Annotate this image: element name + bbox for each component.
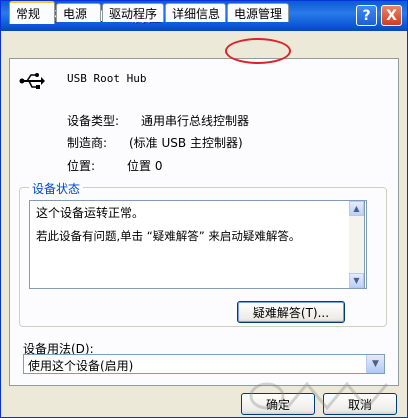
device-type-value: 通用串行总线控制器 [141,114,250,128]
device-type-label: 设备类型: [67,114,120,128]
tab-label: 电源 [63,6,88,21]
location-label: 位置: [67,159,96,173]
properties-window: USB Root Hub 属性 ? X 常规 电源 驱动程序 详细信息 电源管理… [0,0,408,418]
chevron-down-icon[interactable]: ▼ [366,355,384,373]
tab-label: 电源管理 [234,6,283,21]
usb-icon [19,73,45,89]
status-line: 这个设备运转正常。 [36,206,145,220]
tab-label: 常规 [16,7,41,21]
manufacturer-value: (标准 USB 主控制器) [129,136,243,150]
help-button[interactable]: ? [356,5,377,26]
location-value: 位置 0 [127,159,163,173]
tab-general[interactable]: 常规 [9,1,55,24]
device-name: USB Root Hub [67,72,147,85]
tab-label: 详细信息 [172,6,221,21]
device-usage-value: 使用这个设备(启用) [28,359,134,373]
device-status-title: 设备状态 [29,180,84,197]
tab-label: 驱动程序 [109,6,158,21]
tab-power-management[interactable]: 电源管理 [227,3,289,22]
cancel-button[interactable]: 取消 [323,393,397,415]
tab-details[interactable]: 详细信息 [165,3,226,22]
scroll-down-icon[interactable]: ▼ [349,273,364,288]
troubleshoot-button[interactable]: 疑难解答(T)... [237,301,345,323]
ok-button[interactable]: 确定 [241,393,315,415]
tab-power[interactable]: 电源 [56,3,101,22]
status-scrollbar[interactable]: ▲ ▼ [349,200,365,289]
close-button[interactable]: X [381,5,402,26]
device-status-text[interactable]: 这个设备运转正常。 若此设备有问题,单击 “疑难解答” 来启动疑难解答。 [29,200,367,289]
device-usage-select[interactable]: 使用这个设备(启用) ▼ [23,354,385,374]
manufacturer-label: 制造商: [67,136,108,150]
status-line: 若此设备有问题,单击 “疑难解答” 来启动疑难解答。 [36,229,301,243]
scroll-up-icon[interactable]: ▲ [349,201,364,216]
tab-driver[interactable]: 驱动程序 [102,3,164,22]
